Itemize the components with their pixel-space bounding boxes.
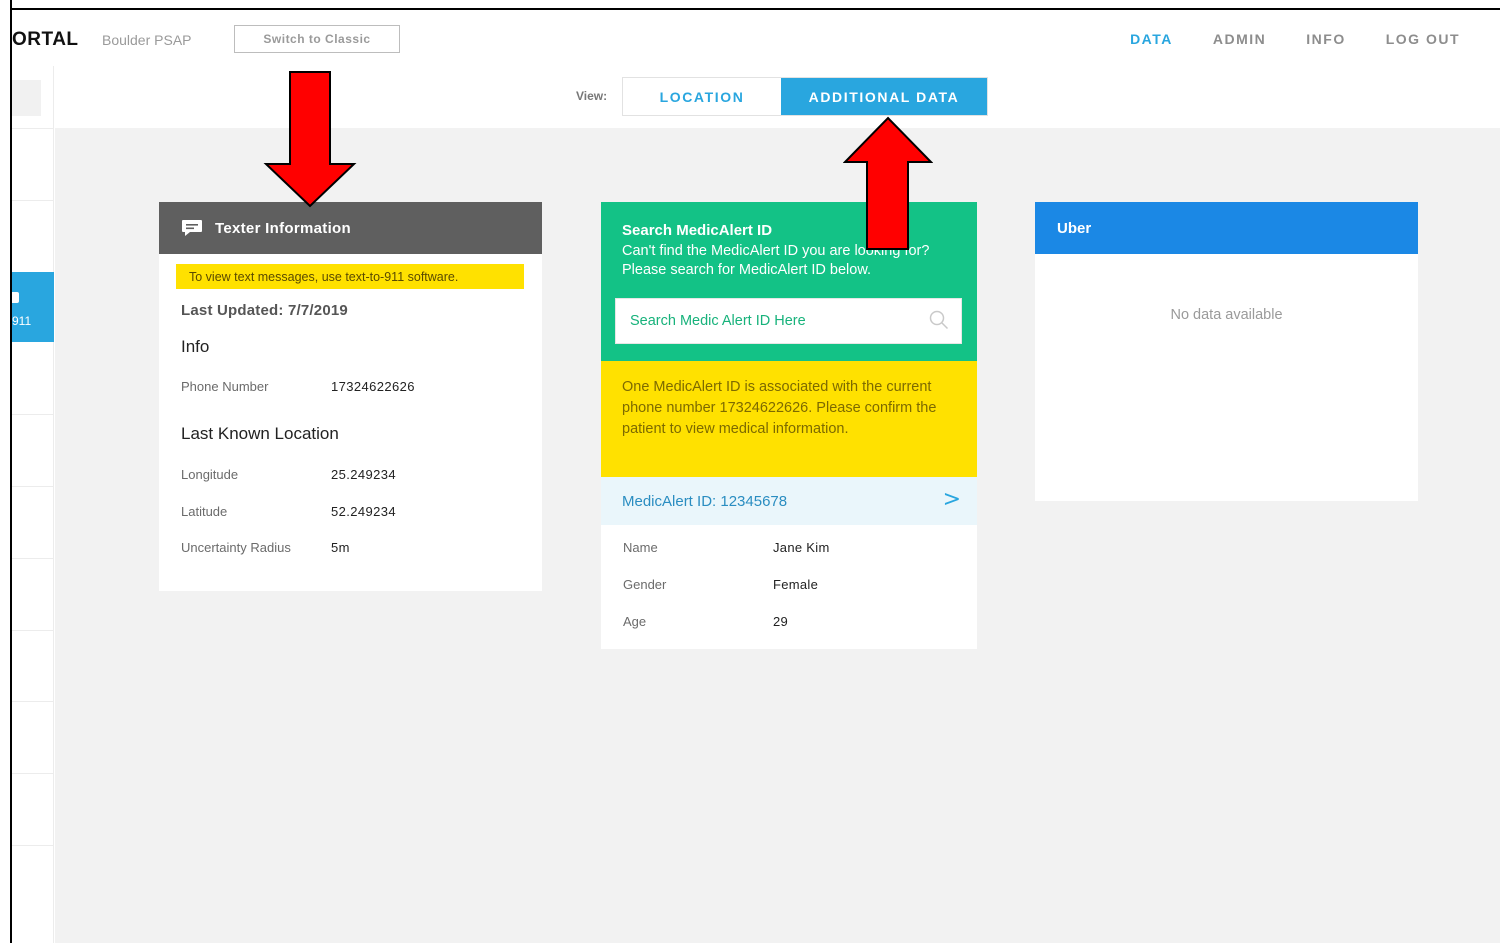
patient-gender-label: Gender <box>623 577 667 592</box>
sidebar: 911 <box>12 66 54 943</box>
longitude-value: 25.249234 <box>331 467 397 482</box>
nav-admin[interactable]: ADMIN <box>1213 31 1266 47</box>
sidebar-divider <box>12 701 54 702</box>
phone-number-value: 17324622626 <box>331 379 415 394</box>
nav-info[interactable]: INFO <box>1306 31 1345 47</box>
phone-number-row: Phone Number 17324622626 <box>181 379 542 415</box>
patient-gender-value: Female <box>773 577 819 592</box>
patient-name-row: Name Jane Kim <box>623 540 977 577</box>
sidebar-item-active-call[interactable]: 911 <box>12 272 54 342</box>
longitude-label: Longitude <box>181 467 239 482</box>
red-arrow-icon <box>263 71 357 208</box>
view-label: View: <box>576 89 608 103</box>
screenshot-border-left <box>0 0 12 943</box>
patient-age-row: Age 29 <box>623 614 977 651</box>
latitude-row: Latitude 52.249234 <box>181 504 542 540</box>
nav-data[interactable]: DATA <box>1130 31 1173 47</box>
sidebar-divider <box>12 486 54 487</box>
sms-icon <box>12 292 19 303</box>
chevron-right-icon[interactable]: > <box>943 487 961 512</box>
main-nav: DATA ADMIN INFO LOG OUT <box>1130 31 1460 47</box>
sidebar-divider <box>12 200 54 201</box>
brand-logo: ORTAL <box>12 29 79 50</box>
sidebar-search-box[interactable] <box>12 80 41 116</box>
uncertainty-radius-label: Uncertainty Radius <box>181 540 291 555</box>
longitude-row: Longitude 25.249234 <box>181 467 542 503</box>
phone-number-label: Phone Number <box>181 379 269 394</box>
medicalert-card: Search MedicAlert ID Can't find the Medi… <box>601 202 977 649</box>
main-content: Texter Information To view text messages… <box>55 128 1500 943</box>
medicalert-confirm-warning: One MedicAlert ID is associated with the… <box>601 361 977 477</box>
search-icon[interactable] <box>929 310 949 330</box>
latitude-value: 52.249234 <box>331 504 397 519</box>
uncertainty-radius-value: 5m <box>331 540 350 555</box>
medicalert-search-input[interactable] <box>616 299 916 343</box>
texter-card-header: Texter Information <box>159 202 542 254</box>
medicalert-id-row[interactable]: MedicAlert ID: 12345678 > <box>601 477 977 525</box>
patient-age-label: Age <box>623 614 647 629</box>
last-known-location-title: Last Known Location <box>181 424 339 443</box>
uber-card-header: Uber <box>1035 202 1418 254</box>
sidebar-divider <box>12 773 54 774</box>
patient-name-label: Name <box>623 540 658 555</box>
sidebar-divider <box>12 558 54 559</box>
patient-details: Name Jane Kim Gender Female Age 29 <box>601 525 977 651</box>
info-section-title: Info <box>181 337 210 356</box>
latitude-label: Latitude <box>181 504 228 519</box>
top-header: ORTAL Boulder PSAP Switch to Classic DAT… <box>12 12 1500 66</box>
sidebar-divider <box>12 128 54 129</box>
sidebar-divider <box>12 845 54 846</box>
psap-name: Boulder PSAP <box>102 32 192 48</box>
sidebar-divider <box>12 414 54 415</box>
uber-empty-state: No data available <box>1170 307 1283 323</box>
screenshot-border-top <box>0 0 1500 10</box>
uncertainty-radius-row: Uncertainty Radius 5m <box>181 540 542 576</box>
sidebar-item-label: 911 <box>12 314 32 328</box>
texter-information-card: Texter Information To view text messages… <box>159 202 542 591</box>
nav-logout[interactable]: LOG OUT <box>1386 31 1460 47</box>
texter-card-title: Texter Information <box>215 219 351 237</box>
tab-location[interactable]: LOCATION <box>623 78 781 115</box>
last-updated: Last Updated: 7/7/2019 <box>181 302 348 319</box>
patient-name-value: Jane Kim <box>773 540 830 555</box>
red-arrow-icon <box>843 116 933 250</box>
tab-additional-data[interactable]: ADDITIONAL DATA <box>781 78 987 115</box>
patient-age-value: 29 <box>773 614 789 629</box>
patient-gender-row: Gender Female <box>623 577 977 614</box>
medicalert-id-text: MedicAlert ID: 12345678 <box>622 492 788 510</box>
medicalert-search-box <box>615 298 962 344</box>
chat-icon <box>181 219 203 237</box>
text-to-911-notice: To view text messages, use text-to-911 s… <box>176 264 524 289</box>
switch-to-classic-button[interactable]: Switch to Classic <box>234 25 400 53</box>
view-tabs: LOCATION ADDITIONAL DATA <box>622 77 988 116</box>
uber-card: Uber No data available <box>1035 202 1418 501</box>
sidebar-divider <box>12 630 54 631</box>
